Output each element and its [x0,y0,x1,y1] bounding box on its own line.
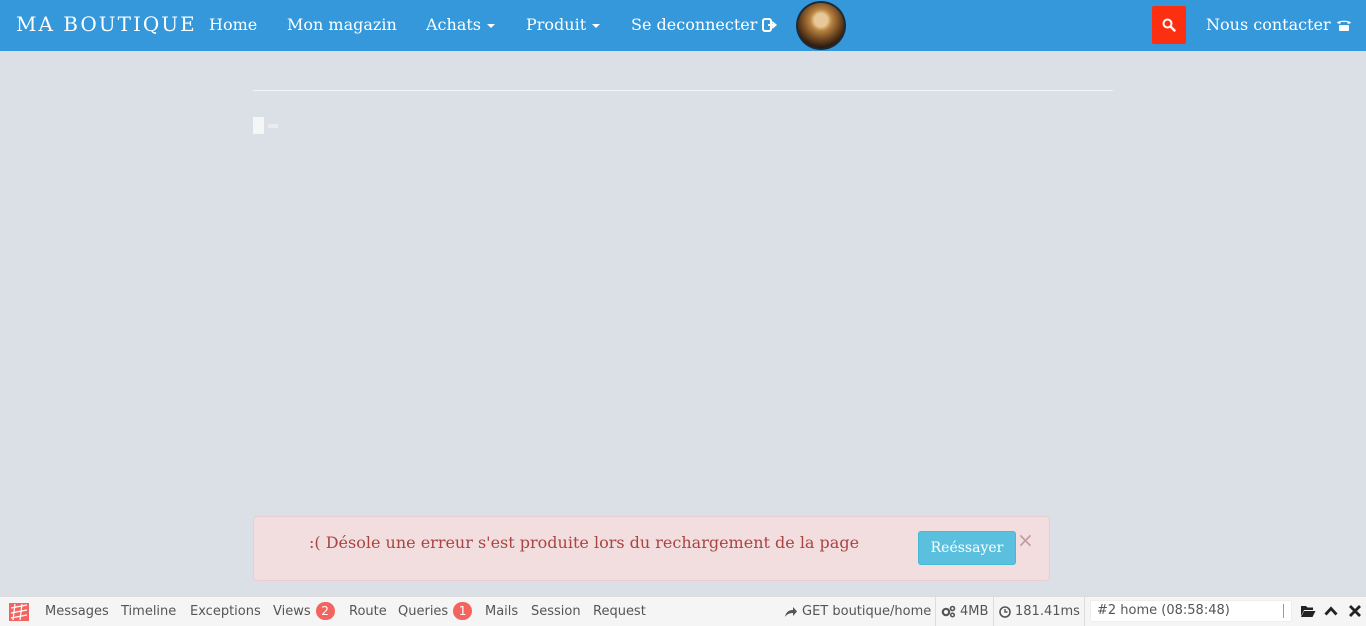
request-history-value: #2 home (08:58:48) [1097,603,1230,618]
nav-home-label: Home [209,15,258,34]
cogs-icon [941,605,956,618]
debug-tab-request[interactable]: Request [593,604,646,619]
debug-memory-info[interactable]: 4MB [941,604,988,619]
debug-tab-messages[interactable]: Messages [45,604,109,619]
retry-button[interactable]: Reéssayer [918,531,1016,565]
debug-route-info[interactable]: GET boutique/home [784,604,931,619]
debug-time-info[interactable]: 181.41ms [999,604,1080,619]
debug-tab-route[interactable]: Route [349,604,387,619]
debug-tab-label: Views [273,603,311,619]
debug-tab-queries[interactable]: Queries 1 [398,602,473,620]
views-count-badge: 2 [315,602,335,620]
debug-tab-views[interactable]: Views 2 [273,602,335,620]
nav-produit-label: Produit [526,15,587,34]
select-arrow-icon [1283,604,1289,618]
error-alert: :( Désole une erreur s'est produite lors… [253,516,1050,581]
queries-count-badge: 1 [453,602,473,620]
debug-tab-mails[interactable]: Mails [485,604,518,619]
nav-achats-dropdown[interactable]: Achats [426,15,495,34]
debug-tab-exceptions[interactable]: Exceptions [190,604,261,619]
nav-home[interactable]: Home [209,15,257,34]
clock-icon [999,605,1011,618]
close-debugbar-icon[interactable] [1347,603,1363,619]
nav-achats-label: Achats [426,15,481,34]
content-divider [253,90,1113,91]
nav-se-deconnecter-label: Se deconnecter [631,15,758,34]
debug-tab-label: Queries [398,603,449,619]
user-avatar[interactable] [796,1,846,50]
error-message: :( Désole une erreur s'est produite lors… [309,533,860,552]
broken-image-alt-placeholder [268,124,278,128]
phone-icon [1336,20,1351,31]
chevron-up-icon[interactable] [1323,603,1339,619]
debug-tab-session[interactable]: Session [531,604,581,619]
debug-tab-label: Session [531,604,581,619]
nav-mon-magazin-label: Mon magazin [287,15,397,34]
debug-separator [1084,597,1085,626]
close-icon[interactable]: × [1017,530,1034,550]
debugbar-logo-icon[interactable] [8,602,30,622]
caret-down-icon [592,23,601,28]
debug-tab-timeline[interactable]: Timeline [121,604,176,619]
debug-tab-label: Route [349,604,387,619]
request-history-select[interactable]: #2 home (08:58:48) [1090,600,1292,622]
debug-separator [993,597,994,626]
search-icon [1162,18,1176,32]
search-button[interactable] [1152,6,1186,44]
top-navbar: MA BOUTIQUE Home Mon magazin Achats Prod… [0,0,1366,51]
debug-route-text: GET boutique/home [802,604,932,619]
debug-tab-label: Exceptions [190,604,261,619]
nav-contact-label: Nous contacter [1206,15,1331,34]
share-arrow-icon [785,606,797,617]
debug-time-text: 181.41ms [1015,604,1080,619]
sign-out-icon [762,17,778,32]
debug-tab-label: Request [593,604,646,619]
debug-tab-label: Mails [485,604,519,619]
broken-image-placeholder [253,117,264,134]
nav-contact[interactable]: Nous contacter [1206,15,1352,34]
nav-se-deconnecter[interactable]: Se deconnecter [631,15,778,34]
debug-separator [935,597,936,626]
debug-bar: Messages Timeline Exceptions Views 2 Rou… [0,596,1366,626]
folder-open-icon[interactable] [1300,603,1316,619]
nav-produit-dropdown[interactable]: Produit [526,15,601,34]
debug-memory-text: 4MB [960,604,989,619]
caret-down-icon [487,23,495,28]
debug-tab-label: Timeline [121,604,177,619]
nav-mon-magazin[interactable]: Mon magazin [287,15,397,34]
brand-logo[interactable]: MA BOUTIQUE [16,12,197,36]
debug-tab-label: Messages [45,604,109,619]
